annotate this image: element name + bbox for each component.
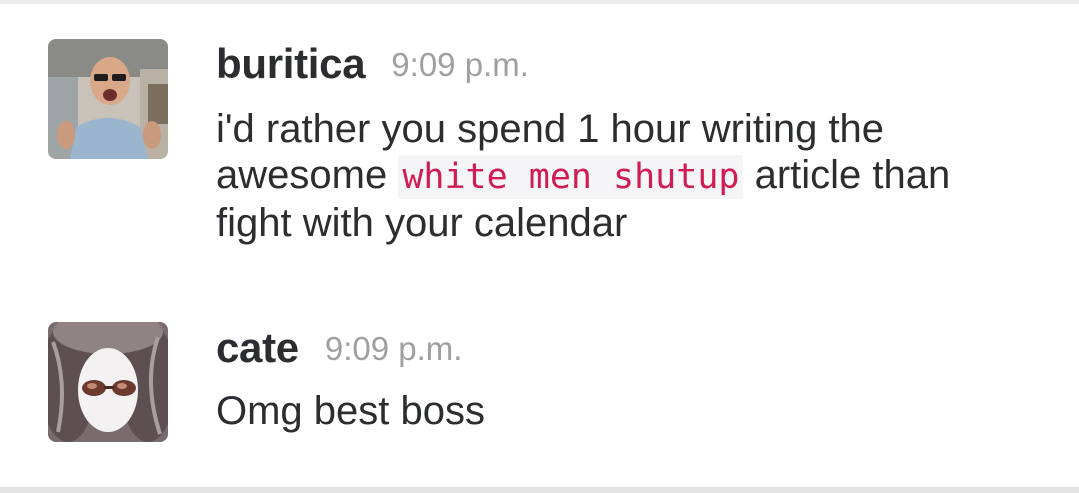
message-text: Omg best boss <box>216 389 486 433</box>
top-divider <box>0 0 1079 4</box>
message-text: i'd rather you spend 1 hour writing the … <box>216 106 1036 246</box>
bottom-divider <box>0 487 1079 493</box>
message-author[interactable]: buritica <box>216 40 366 87</box>
avatar-photo-icon <box>48 39 168 159</box>
avatar[interactable] <box>48 322 168 442</box>
avatar[interactable] <box>48 39 168 159</box>
inline-code: white men shutup <box>398 155 744 199</box>
message-timestamp[interactable]: 9:09 p.m. <box>325 330 463 367</box>
message-author[interactable]: cate <box>216 324 299 371</box>
message-timestamp[interactable]: 9:09 p.m. <box>391 46 529 83</box>
avatar-photo-icon <box>48 322 168 442</box>
